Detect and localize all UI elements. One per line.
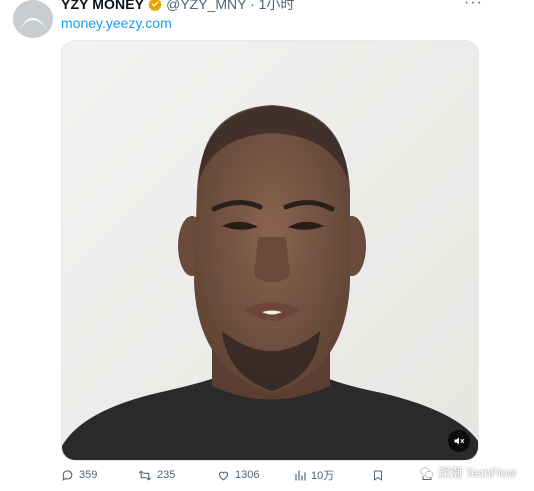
post-header: YZY MONEY @YZY_MNY · 1小时: [61, 0, 294, 13]
source-watermark: 深潮 TechFlow: [420, 464, 516, 481]
bookmark-button[interactable]: [372, 466, 384, 484]
wechat-icon: [420, 467, 434, 478]
verified-badge-icon: [148, 0, 162, 11]
reply-count: 359: [79, 469, 98, 481]
video-player[interactable]: [61, 40, 479, 461]
like-count: 1306: [235, 469, 260, 481]
speaker-muted-icon: [454, 437, 464, 445]
bar-chart-icon: [295, 469, 306, 481]
video-frame: [62, 41, 478, 460]
arch-logo-icon: [13, 0, 53, 38]
heart-icon: [218, 471, 229, 480]
bookmark-icon: [374, 470, 382, 480]
author-display-name[interactable]: YZY MONEY: [61, 0, 144, 12]
repost-button[interactable]: 235: [138, 466, 175, 484]
repost-icon: [139, 470, 151, 480]
more-options-icon[interactable]: ···: [464, 0, 483, 11]
post-link[interactable]: money.yeezy.com: [61, 15, 172, 31]
like-button[interactable]: 1306: [217, 466, 259, 484]
views-button[interactable]: 10万: [294, 466, 334, 484]
author-handle-time[interactable]: @YZY_MNY · 1小时: [166, 0, 294, 14]
watermark-text: 深潮 TechFlow: [438, 466, 517, 480]
reply-icon: [62, 469, 73, 481]
view-count: 10万: [311, 470, 335, 482]
reply-button[interactable]: 359: [61, 466, 97, 484]
author-avatar[interactable]: [13, 0, 53, 38]
repost-count: 235: [157, 469, 176, 481]
mute-toggle-button[interactable]: [448, 430, 470, 452]
